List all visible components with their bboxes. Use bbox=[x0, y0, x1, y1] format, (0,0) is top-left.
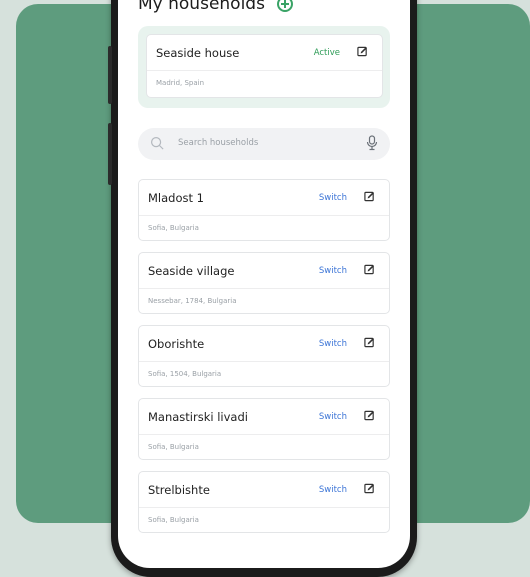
search-bar[interactable]: Search households bbox=[138, 128, 390, 160]
edit-icon[interactable] bbox=[357, 46, 368, 57]
household-card[interactable]: Mladost 1 Switch Sofia, Bulgaria bbox=[138, 179, 390, 241]
header: My households bbox=[138, 0, 293, 14]
household-card[interactable]: Manastirski livadi Switch Sofia, Bulgari… bbox=[138, 398, 390, 460]
household-card[interactable]: Seaside village Switch Nessebar, 1784, B… bbox=[138, 252, 390, 314]
household-name: Seaside house bbox=[156, 46, 240, 60]
household-card[interactable]: Strelbishte Switch Sofia, Bulgaria bbox=[138, 471, 390, 533]
microphone-icon[interactable] bbox=[366, 135, 378, 151]
household-address: Nessebar, 1784, Bulgaria bbox=[148, 297, 237, 305]
edit-icon[interactable] bbox=[364, 483, 375, 494]
phone-side-button bbox=[108, 46, 112, 104]
household-name: Manastirski livadi bbox=[148, 410, 248, 424]
edit-icon[interactable] bbox=[364, 410, 375, 421]
household-card[interactable]: Oborishte Switch Sofia, 1504, Bulgaria bbox=[138, 325, 390, 387]
search-input[interactable]: Search households bbox=[178, 138, 258, 148]
add-household-icon[interactable] bbox=[276, 0, 293, 12]
household-address: Sofia, Bulgaria bbox=[148, 443, 199, 451]
household-name: Oborishte bbox=[148, 337, 205, 351]
page-title: My households bbox=[138, 0, 265, 14]
search-icon bbox=[150, 136, 164, 150]
active-household-card[interactable]: Seaside house Active Madrid, Spain bbox=[146, 34, 383, 98]
edit-icon[interactable] bbox=[364, 264, 375, 275]
status-badge: Active bbox=[313, 48, 340, 58]
household-address: Sofia, Bulgaria bbox=[148, 224, 199, 232]
active-household-section: Seaside house Active Madrid, Spain bbox=[138, 26, 390, 108]
phone-screen: My households Seaside house Active Madri… bbox=[118, 0, 410, 568]
phone-side-button bbox=[108, 123, 112, 185]
switch-button[interactable]: Switch bbox=[319, 412, 347, 422]
household-name: Strelbishte bbox=[148, 483, 210, 497]
household-name: Seaside village bbox=[148, 264, 235, 278]
household-address: Sofia, 1504, Bulgaria bbox=[148, 370, 222, 378]
edit-icon[interactable] bbox=[364, 191, 375, 202]
household-name: Mladost 1 bbox=[148, 191, 204, 205]
switch-button[interactable]: Switch bbox=[319, 266, 347, 276]
household-address: Sofia, Bulgaria bbox=[148, 516, 199, 524]
switch-button[interactable]: Switch bbox=[319, 339, 347, 349]
household-address: Madrid, Spain bbox=[156, 79, 205, 87]
edit-icon[interactable] bbox=[364, 337, 375, 348]
switch-button[interactable]: Switch bbox=[319, 193, 347, 203]
switch-button[interactable]: Switch bbox=[319, 485, 347, 495]
